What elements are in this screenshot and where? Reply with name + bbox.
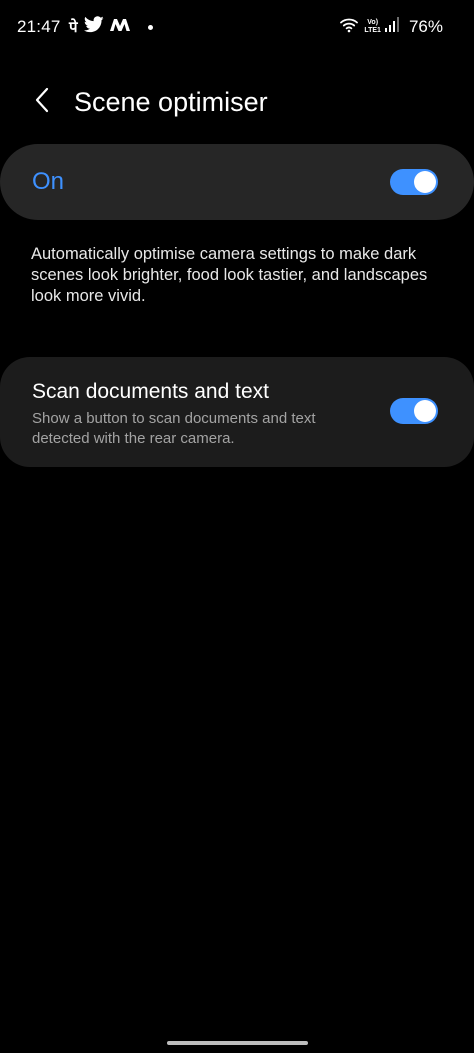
scan-documents-toggle-switch[interactable] bbox=[390, 398, 438, 424]
notification-icons: पे bbox=[69, 16, 153, 38]
signal-icon bbox=[384, 16, 399, 38]
battery-percentage: 76% bbox=[408, 17, 443, 36]
lte-label: LTE1 bbox=[364, 27, 381, 34]
status-bar: 21:47 पे Vo) LTE1 76% bbox=[0, 0, 474, 56]
setting-item-scan-documents[interactable]: Scan documents and text Show a button to… bbox=[0, 357, 474, 467]
feature-description: Automatically optimise camera settings t… bbox=[31, 245, 428, 305]
master-switch-bar[interactable]: On bbox=[0, 144, 474, 220]
twitter-icon bbox=[83, 16, 104, 38]
back-button[interactable] bbox=[24, 82, 60, 122]
dot-icon bbox=[147, 24, 153, 30]
wifi-icon bbox=[340, 17, 359, 38]
toggle-knob bbox=[414, 171, 436, 193]
phonepe-icon: पे bbox=[69, 18, 78, 36]
setting-subtitle: Show a button to scan documents and text… bbox=[32, 410, 316, 447]
toggle-knob bbox=[414, 400, 436, 422]
myntra-icon bbox=[109, 18, 130, 37]
setting-title: Scan documents and text bbox=[32, 380, 269, 403]
master-toggle-switch[interactable] bbox=[390, 169, 438, 195]
status-time: 21:47 bbox=[17, 17, 61, 36]
status-icons: Vo) LTE1 76% bbox=[340, 16, 443, 38]
gesture-nav-handle[interactable] bbox=[167, 1041, 308, 1045]
volte-indicator: Vo) LTE1 bbox=[364, 19, 381, 35]
volte-label: Vo) bbox=[367, 19, 379, 26]
page-title: Scene optimiser bbox=[74, 87, 268, 117]
chevron-left-icon bbox=[34, 87, 50, 118]
master-switch-label: On bbox=[32, 168, 65, 195]
